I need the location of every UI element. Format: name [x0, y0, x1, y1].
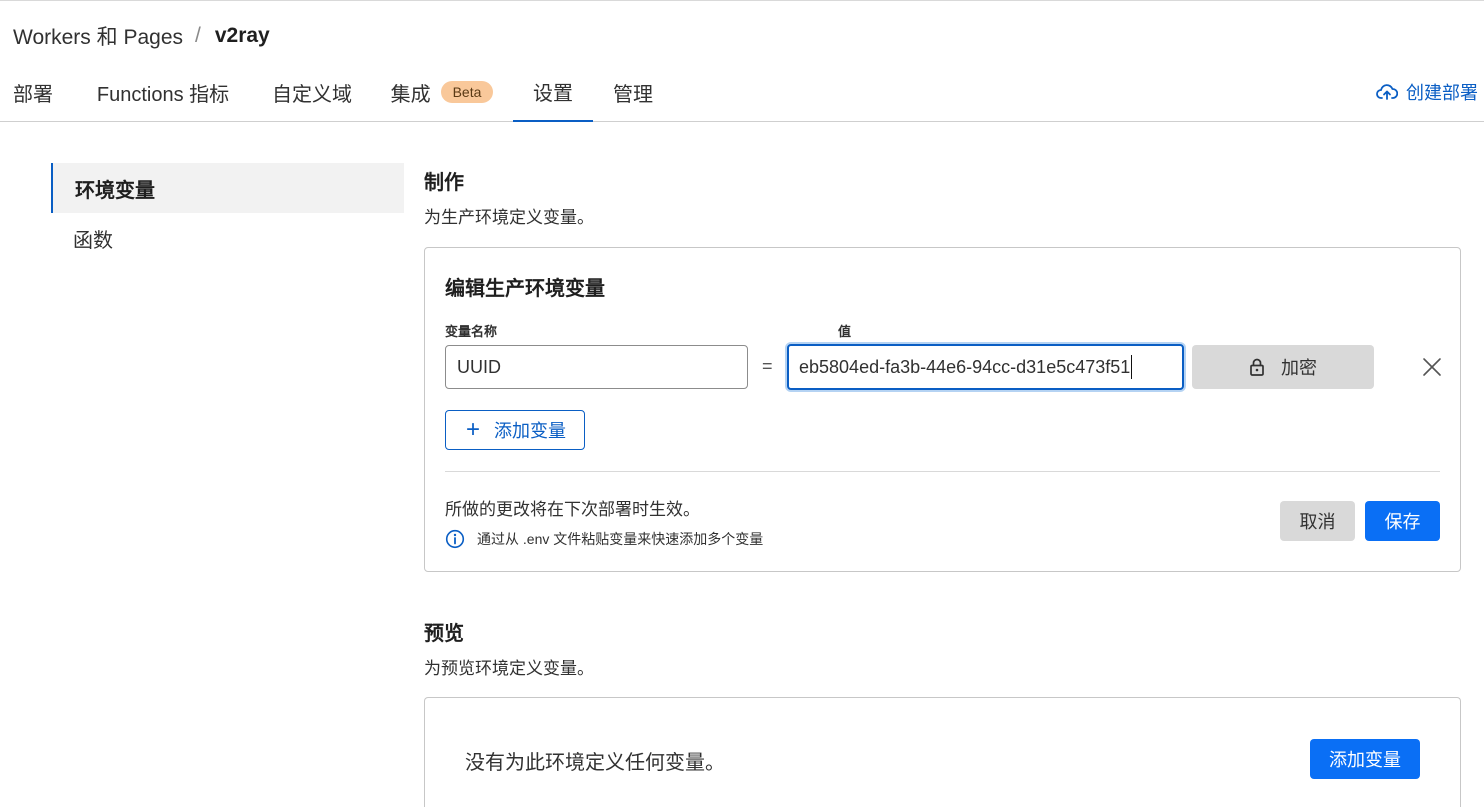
- tab-settings[interactable]: 设置: [513, 62, 593, 122]
- tab-bar: 部署 Functions 指标 自定义域 集成 Beta 设置 管理 创建部署: [0, 62, 1484, 122]
- tab-label: 自定义域: [272, 83, 352, 106]
- preview-add-variable-label: 添加变量: [1329, 750, 1401, 770]
- sidebar-item-label: 环境变量: [75, 179, 155, 202]
- cancel-label: 取消: [1299, 512, 1336, 532]
- variable-name-input[interactable]: UUID: [445, 345, 748, 389]
- env-paste-hint: 通过从 .env 文件粘贴变量来快速添加多个变量: [445, 529, 763, 549]
- save-label: 保存: [1384, 512, 1421, 532]
- variable-value-label: 值: [838, 324, 852, 339]
- lock-icon: [1250, 358, 1264, 376]
- production-title: 制作: [424, 172, 464, 194]
- tab-label: 集成: [390, 83, 431, 106]
- sidebar-item-functions[interactable]: 函数: [51, 213, 404, 263]
- hint-text: 通过从 .env 文件粘贴变量来快速添加多个变量: [477, 531, 764, 547]
- info-icon: [445, 529, 465, 549]
- sidebar-item-label: 函数: [73, 229, 113, 252]
- add-variable-label: 添加变量: [494, 421, 567, 441]
- save-button[interactable]: 保存: [1365, 501, 1440, 541]
- preview-vars-card: 没有为此环境定义任何变量。 添加变量: [424, 697, 1461, 807]
- top-border: [0, 0, 1484, 1]
- variable-value-text: eb5804ed-fa3b-44e6-94cc-d31e5c473f51: [799, 356, 1131, 377]
- sidebar-item-env-vars[interactable]: 环境变量: [51, 163, 404, 213]
- cancel-button[interactable]: 取消: [1280, 501, 1355, 541]
- create-deployment-label: 创建部署: [1406, 83, 1478, 103]
- preview-title: 预览: [424, 623, 464, 645]
- equals-sign: =: [762, 356, 773, 376]
- preview-description: 为预览环境定义变量。: [424, 659, 594, 678]
- tab-label: 管理: [613, 83, 653, 106]
- encrypt-label: 加密: [1281, 358, 1317, 378]
- tab-label: Functions 指标: [96, 83, 230, 106]
- variable-value-input[interactable]: eb5804ed-fa3b-44e6-94cc-d31e5c473f51: [787, 344, 1184, 390]
- breadcrumb: Workers 和 Pages / v2ray: [13, 22, 270, 50]
- cloud-upload-icon: [1376, 84, 1398, 100]
- card-title: 编辑生产环境变量: [445, 278, 605, 300]
- tab-custom-domains[interactable]: 自定义域: [259, 62, 365, 122]
- variable-name-value: UUID: [457, 356, 501, 377]
- text-caret: [1131, 355, 1133, 379]
- tab-integrations[interactable]: 集成 Beta: [378, 62, 506, 122]
- deploy-note: 所做的更改将在下次部署时生效。: [445, 500, 700, 519]
- breadcrumb-parent[interactable]: Workers 和 Pages: [13, 21, 183, 51]
- card-divider: [445, 471, 1440, 472]
- production-description: 为生产环境定义变量。: [424, 208, 594, 227]
- beta-badge: Beta: [440, 81, 494, 103]
- create-deployment-button[interactable]: 创建部署: [1376, 79, 1478, 105]
- tab-label: 设置: [533, 82, 573, 105]
- encrypt-button[interactable]: 加密: [1192, 345, 1374, 389]
- preview-add-variable-button[interactable]: 添加变量: [1310, 739, 1420, 779]
- tab-label: 部署: [13, 83, 53, 106]
- plus-icon: +: [466, 416, 481, 443]
- tab-deployments[interactable]: 部署: [0, 62, 66, 122]
- tab-manage[interactable]: 管理: [600, 62, 666, 122]
- breadcrumb-separator: /: [195, 24, 201, 47]
- remove-variable-close-icon[interactable]: [1421, 356, 1443, 378]
- variable-name-label: 变量名称: [445, 324, 498, 339]
- empty-state-text: 没有为此环境定义任何变量。: [465, 752, 725, 774]
- production-vars-card: 编辑生产环境变量 变量名称 值 UUID = eb5804ed-fa3b-44e…: [424, 247, 1461, 572]
- add-variable-button[interactable]: + 添加变量: [445, 410, 586, 450]
- breadcrumb-current: v2ray: [214, 24, 270, 47]
- tab-functions-metrics[interactable]: Functions 指标: [73, 62, 253, 122]
